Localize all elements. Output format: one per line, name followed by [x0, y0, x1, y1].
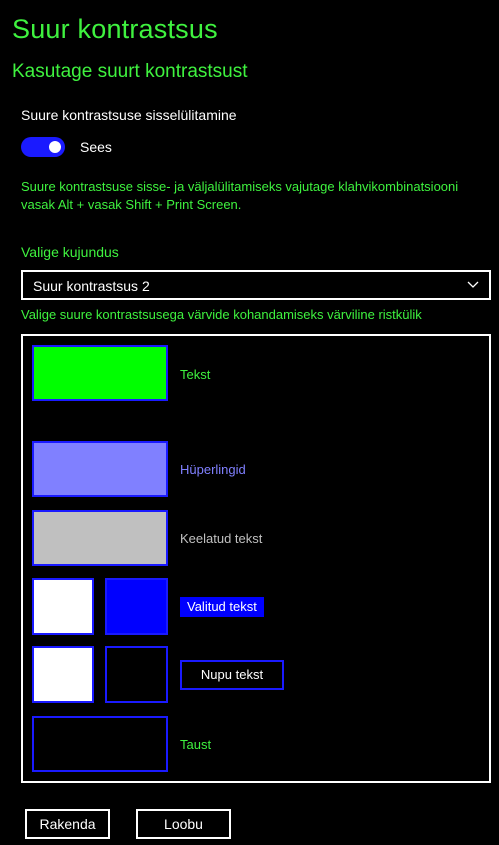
- high-contrast-toggle[interactable]: [21, 137, 65, 157]
- text-color-swatch[interactable]: [32, 345, 168, 401]
- background-color-swatch[interactable]: [32, 716, 168, 772]
- button-text-fg-swatch[interactable]: [32, 646, 94, 703]
- swatch-section-label: Valige suure kontrastsusega värvide koha…: [21, 307, 422, 322]
- theme-label: Valige kujundus: [21, 244, 119, 260]
- selected-text-fg-swatch[interactable]: [32, 578, 94, 635]
- hyperlink-color-label: Hüperlingid: [180, 462, 246, 477]
- selected-text-preview: Valitud tekst: [180, 597, 264, 617]
- theme-select[interactable]: Suur kontrastsus 2: [21, 270, 491, 300]
- button-text-bg-swatch[interactable]: [105, 646, 168, 703]
- toggle-label: Suure kontrastsuse sisselülitamine: [21, 107, 237, 123]
- text-color-label: Tekst: [180, 367, 211, 382]
- background-color-label: Taust: [180, 737, 212, 752]
- cancel-button[interactable]: Loobu: [136, 809, 231, 839]
- hyperlink-color-swatch[interactable]: [32, 441, 168, 497]
- page-title: Suur kontrastsus: [12, 14, 218, 44]
- apply-button[interactable]: Rakenda: [25, 809, 110, 839]
- theme-select-value: Suur kontrastsus 2: [33, 278, 150, 294]
- chevron-down-icon: [467, 281, 479, 288]
- disabled-text-color-label: Keelatud tekst: [180, 531, 263, 546]
- page-subtitle: Kasutage suurt kontrastsust: [12, 61, 248, 82]
- toggle-state-text: Sees: [80, 139, 112, 155]
- toggle-knob: [49, 141, 61, 153]
- button-text-preview: Nupu tekst: [180, 660, 284, 690]
- selected-text-bg-swatch[interactable]: [105, 578, 168, 635]
- shortcut-help-text: Suure kontrastsuse sisse- ja väljalülita…: [21, 179, 459, 212]
- disabled-text-color-swatch[interactable]: [32, 510, 168, 566]
